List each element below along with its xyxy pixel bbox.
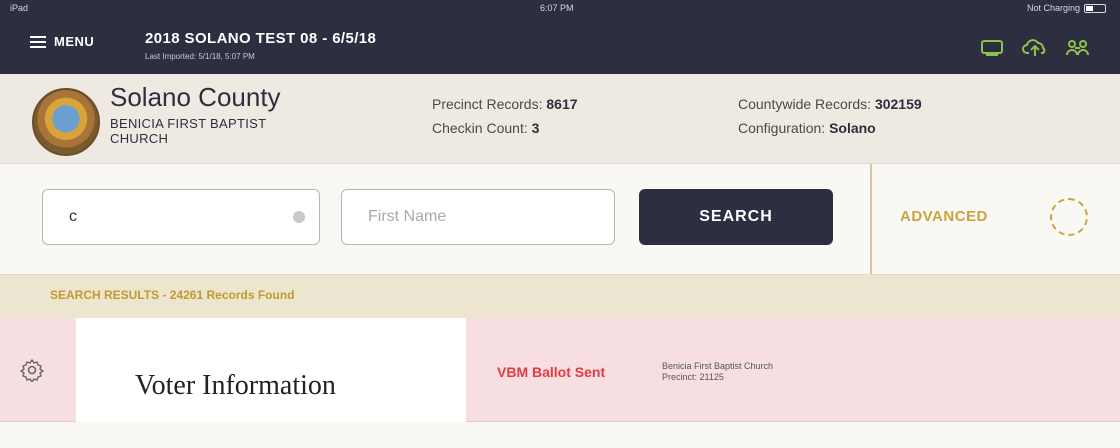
county-seal-icon bbox=[32, 88, 100, 156]
last-name-field[interactable] bbox=[42, 189, 320, 245]
menu-button[interactable]: MENU bbox=[30, 34, 94, 49]
ballot-status-badge: VBM Ballot Sent bbox=[497, 364, 606, 380]
configuration-label: Configuration: bbox=[738, 120, 826, 136]
loading-spinner-icon bbox=[1050, 198, 1088, 236]
countywide-records-value: 302159 bbox=[874, 96, 922, 112]
battery-text: Not Charging bbox=[1026, 3, 1080, 13]
status-time: 6:07 PM bbox=[540, 3, 574, 13]
results-summary: SEARCH RESULTS - 24261 Records Found bbox=[50, 288, 295, 302]
search-divider bbox=[870, 164, 872, 274]
header-actions bbox=[980, 38, 1090, 58]
checkin-count-label: Checkin Count: bbox=[432, 120, 528, 136]
ballot-icon[interactable] bbox=[980, 39, 1004, 57]
advanced-search-link[interactable]: ADVANCED bbox=[900, 208, 988, 225]
precinct-records: Precinct Records: 8617 bbox=[432, 96, 578, 112]
last-imported: Last Imported: 5/1/18, 5:07 PM bbox=[145, 52, 255, 61]
checkin-count: Checkin Count: 3 bbox=[432, 120, 539, 136]
gear-icon[interactable] bbox=[20, 358, 44, 382]
next-row-strip bbox=[0, 422, 1120, 448]
configuration-value: Solano bbox=[829, 120, 876, 136]
search-button[interactable]: SEARCH bbox=[639, 189, 833, 245]
first-name-field[interactable] bbox=[341, 189, 615, 245]
menu-label: MENU bbox=[54, 34, 95, 49]
users-icon[interactable] bbox=[1066, 39, 1090, 57]
first-name-input[interactable] bbox=[342, 190, 614, 244]
checkin-count-value: 3 bbox=[531, 120, 540, 136]
result-site-info: Benicia First Baptist Church Precinct: 2… bbox=[662, 361, 773, 383]
last-name-input[interactable] bbox=[43, 190, 319, 244]
election-title: 2018 SOLANO TEST 08 - 6/5/18 bbox=[145, 30, 377, 47]
county-name: Solano County bbox=[110, 82, 281, 112]
result-precinct: Precinct: 21125 bbox=[662, 372, 724, 382]
cloud-upload-icon[interactable] bbox=[1022, 38, 1048, 58]
configuration: Configuration: Solano bbox=[738, 120, 876, 136]
countywide-records-label: Countywide Records: bbox=[738, 96, 872, 112]
status-battery: Not Charging bbox=[1027, 3, 1106, 13]
polling-site-name: BENICIA FIRST BAPTIST CHURCH bbox=[110, 116, 267, 146]
precinct-records-label: Precinct Records: bbox=[432, 96, 543, 112]
voter-info-label: Voter Information bbox=[135, 370, 336, 401]
battery-icon bbox=[1084, 3, 1106, 13]
status-device: iPad bbox=[10, 3, 29, 13]
countywide-records: Countywide Records: 302159 bbox=[738, 96, 922, 112]
hamburger-icon bbox=[30, 35, 46, 48]
precinct-records-value: 8617 bbox=[546, 96, 578, 112]
app-header: iPad 6:07 PM Not Charging MENU 2018 SOLA… bbox=[0, 0, 1120, 74]
result-site-name: Benicia First Baptist Church bbox=[662, 361, 774, 371]
clear-input-icon[interactable] bbox=[293, 211, 305, 223]
